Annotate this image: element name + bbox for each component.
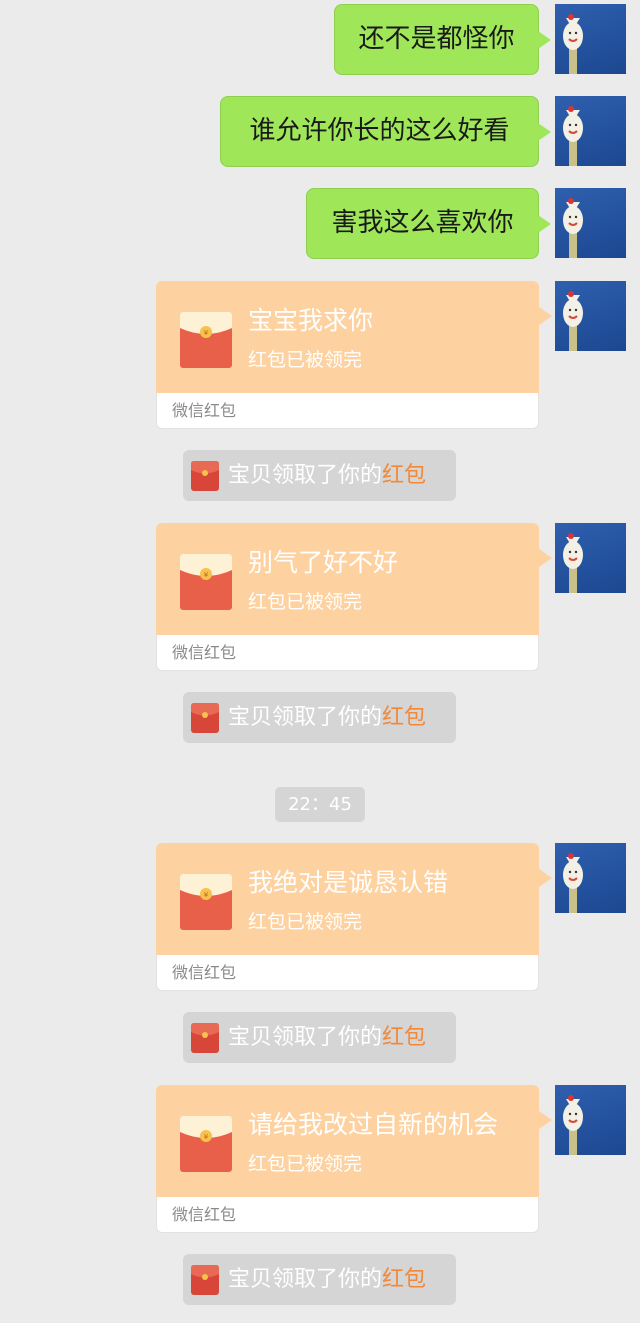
svg-text:¥: ¥ [204,1133,209,1141]
notice-text: 宝贝领取了你的红包 [228,705,427,730]
message-bubble[interactable]: 还不是都怪你 [334,4,551,75]
swan-avatar-icon [563,14,583,74]
red-packet-body: ¥ 我绝对是诚恳认错 红包已被领完 [156,843,552,955]
svg-text:¥: ¥ [204,329,209,337]
swan-avatar-icon [563,291,583,351]
red-packet-link[interactable]: 红包 [382,463,426,488]
red-packet-card[interactable]: ¥ 宝宝我求你 红包已被领完 微信红包 [156,281,552,429]
red-packet-footer: 微信红包 [156,635,539,671]
red-packet-title: 别气了好不好 [248,548,399,577]
red-packet-link[interactable]: 红包 [382,705,426,730]
red-packet-footer: 微信红包 [156,955,539,991]
chat-thread: 还不是都怪你 谁允许你长的这么好看 害我这么喜欢你 ¥ 宝宝我求你 红包已被领完… [0,0,640,1323]
red-envelope-icon: ¥ [180,1116,232,1172]
red-packet-title: 宝宝我求你 [248,306,374,335]
avatar[interactable] [555,188,626,258]
red-envelope-icon [191,1023,219,1053]
avatar[interactable] [555,523,626,593]
red-packet-card[interactable]: ¥ 请给我改过自新的机会 红包已被领完 微信红包 [156,1085,552,1233]
red-packet-body: ¥ 请给我改过自新的机会 红包已被领完 [156,1085,552,1197]
red-packet-footer: 微信红包 [156,393,539,429]
notice-text: 宝贝领取了你的红包 [228,1025,427,1050]
red-packet-status: 红包已被领完 [248,1153,363,1175]
red-envelope-icon: ¥ [180,312,232,368]
swan-avatar-icon [563,853,583,913]
avatar[interactable] [555,843,626,913]
red-packet-status: 红包已被领完 [248,911,363,933]
system-notice: 宝贝领取了你的红包 [183,692,456,743]
timestamp: 22：45 [275,787,365,822]
avatar[interactable] [555,4,626,74]
red-packet-card[interactable]: ¥ 我绝对是诚恳认错 红包已被领完 微信红包 [156,843,552,991]
red-packet-card[interactable]: ¥ 别气了好不好 红包已被领完 微信红包 [156,523,552,671]
system-notice: 宝贝领取了你的红包 [183,1254,456,1305]
red-packet-footer: 微信红包 [156,1197,539,1233]
swan-avatar-icon [563,533,583,593]
system-notice: 宝贝领取了你的红包 [183,450,456,501]
red-packet-status: 红包已被领完 [248,349,363,371]
red-packet-title: 我绝对是诚恳认错 [248,868,449,897]
notice-text: 宝贝领取了你的红包 [228,463,427,488]
red-packet-link[interactable]: 红包 [382,1267,426,1292]
red-packet-status: 红包已被领完 [248,591,363,613]
avatar[interactable] [555,96,626,166]
avatar[interactable] [555,1085,626,1155]
message-bubble[interactable]: 谁允许你长的这么好看 [220,96,551,167]
swan-avatar-icon [563,106,583,166]
system-notice: 宝贝领取了你的红包 [183,1012,456,1063]
red-envelope-icon: ¥ [180,874,232,930]
svg-text:¥: ¥ [204,891,209,899]
red-packet-link[interactable]: 红包 [382,1025,426,1050]
message-bubble[interactable]: 害我这么喜欢你 [306,188,551,259]
swan-avatar-icon [563,1095,583,1155]
red-packet-title: 请给我改过自新的机会 [248,1110,499,1139]
red-packet-body: ¥ 别气了好不好 红包已被领完 [156,523,552,635]
red-envelope-icon [191,703,219,733]
swan-avatar-icon [563,198,583,258]
notice-text: 宝贝领取了你的红包 [228,1267,427,1292]
red-envelope-icon [191,1265,219,1295]
red-envelope-icon [191,461,219,491]
avatar[interactable] [555,281,626,351]
svg-text:¥: ¥ [204,571,209,579]
red-envelope-icon: ¥ [180,554,232,610]
red-packet-body: ¥ 宝宝我求你 红包已被领完 [156,281,552,393]
